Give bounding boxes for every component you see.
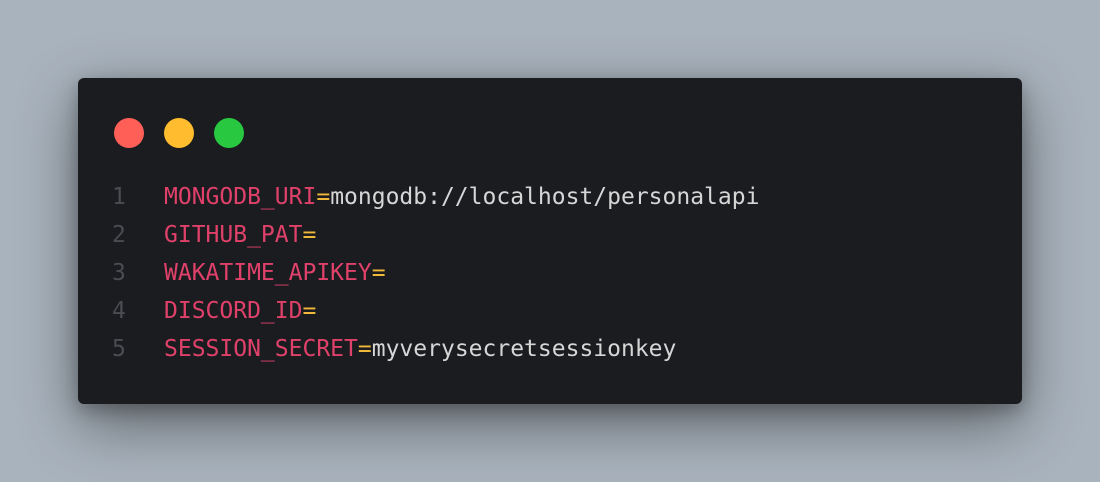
equals-sign: = — [316, 184, 331, 210]
line-number: 2 — [112, 222, 126, 248]
env-value: myverysecretsessionkey — [371, 336, 677, 362]
env-value: mongodb://localhost/personalapi — [330, 184, 760, 210]
code-line: 3 WAKATIME_APIKEY = — [112, 254, 759, 292]
maximize-dot-icon[interactable] — [214, 118, 244, 148]
minimize-dot-icon[interactable] — [164, 118, 194, 148]
equals-sign: = — [302, 222, 317, 248]
env-key: SESSION_SECRET — [164, 336, 358, 362]
code-line: 1 MONGODB_URI = mongodb://localhost/persona… — [112, 178, 759, 216]
equals-sign: = — [371, 260, 386, 286]
line-number: 3 — [112, 260, 126, 286]
env-key: WAKATIME_APIKEY — [164, 260, 372, 286]
code-window: 1 MONGODB_URI = mongodb://localhost/persona… — [78, 78, 1022, 404]
line-number: 5 — [112, 336, 126, 362]
line-number: 1 — [112, 184, 126, 210]
line-number: 4 — [112, 298, 126, 324]
code-block: 1 MONGODB_URI = mongodb://localhost/persona… — [112, 178, 759, 368]
equals-sign: = — [357, 336, 372, 362]
window-controls — [114, 118, 244, 148]
code-line: 4 DISCORD_ID = — [112, 292, 759, 330]
code-line: 2 GITHUB_PAT = — [112, 216, 759, 254]
equals-sign: = — [302, 298, 317, 324]
env-key: MONGODB_URI — [164, 184, 317, 210]
env-key: GITHUB_PAT — [164, 222, 303, 248]
code-line: 5 SESSION_SECRET = myverysecretsessionkey — [112, 330, 759, 368]
env-key: DISCORD_ID — [164, 298, 303, 324]
close-dot-icon[interactable] — [114, 118, 144, 148]
